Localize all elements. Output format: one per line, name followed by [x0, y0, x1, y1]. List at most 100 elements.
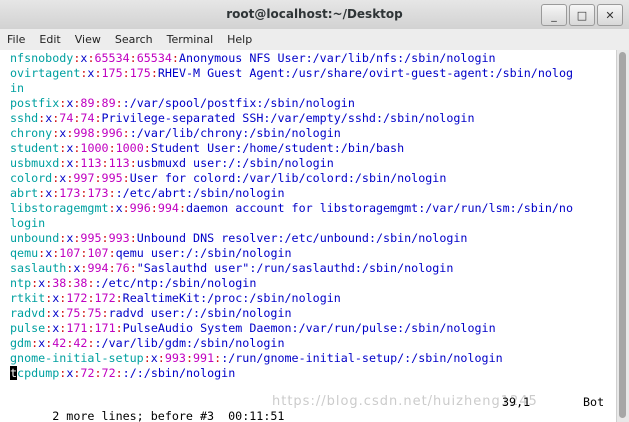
separator: :: [108, 261, 116, 275]
window-controls: _ □ ✕: [541, 4, 623, 26]
passwd-uid: 995: [80, 231, 102, 245]
separator: :: [115, 96, 123, 110]
scrollbar[interactable]: [616, 50, 629, 422]
separator: :: [122, 66, 130, 80]
terminal-line: libstoragemgmt:x:996:994:daemon account …: [10, 201, 610, 216]
separator: :: [115, 366, 123, 380]
separator: :: [150, 201, 158, 215]
passwd-uid: 38: [52, 276, 67, 290]
passwd-username: sshd: [10, 111, 39, 125]
terminal-line: tcpdump:x:72:72::/:/sbin/nologin: [10, 366, 610, 381]
terminal-line: in: [10, 81, 610, 96]
passwd-username: tcpdump: [10, 366, 59, 380]
menu-search[interactable]: Search: [108, 29, 160, 50]
separator: :: [94, 126, 102, 140]
separator: :: [122, 201, 130, 215]
title-bar[interactable]: root@localhost:~/Desktop _ □ ✕: [0, 0, 629, 30]
passwd-ids: 171:171: [66, 321, 115, 335]
separator: :: [143, 351, 151, 365]
passwd-username-rest: cpdump: [17, 366, 60, 380]
separator: :: [101, 231, 109, 245]
separator: :: [94, 66, 102, 80]
passwd-uid: 107: [59, 246, 81, 260]
passwd-info: Unbound DNS resolver:/etc/unbound:/sbin/…: [136, 231, 468, 245]
passwd-username: login: [10, 216, 46, 230]
separator: :: [94, 171, 102, 185]
passwd-ids: 175:175: [102, 66, 151, 80]
passwd-username: nfsnobody: [10, 51, 74, 65]
passwd-gid: 994: [157, 201, 179, 215]
passwd-username: pulse: [10, 321, 46, 335]
passwd-username: in: [10, 81, 25, 95]
passwd-uid: 173: [59, 186, 81, 200]
passwd-username: chrony: [10, 126, 53, 140]
menu-file[interactable]: File: [0, 29, 32, 50]
terminal-line: abrt:x:173:173::/etc/abrt:/sbin/nologin: [10, 186, 610, 201]
passwd-ids: 997:995: [73, 171, 122, 185]
separator: :: [129, 51, 137, 65]
passwd-uid: 996: [129, 201, 151, 215]
separator: :: [87, 276, 95, 290]
passwd-gid: 1000: [115, 141, 144, 155]
menu-help[interactable]: Help: [220, 29, 259, 50]
passwd-gid: 113: [108, 156, 130, 170]
passwd-username: ovirtagent: [10, 66, 81, 80]
terminal-line: qemu:x:107:107:qemu user:/:/sbin/nologin: [10, 246, 610, 261]
separator: :: [87, 336, 95, 350]
passwd-uid: 172: [66, 291, 88, 305]
passwd-info: :/var/lib/gdm:/sbin/nologin: [94, 336, 285, 350]
passwd-ids: 42:42: [52, 336, 87, 350]
terminal-line: usbmuxd:x:113:113:usbmuxd user:/:/sbin/n…: [10, 156, 610, 171]
passwd-uid: 993: [164, 351, 186, 365]
terminal-line: unbound:x:995:993:Unbound DNS resolver:/…: [10, 231, 610, 246]
passwd-info: :/etc/abrt:/sbin/nologin: [115, 186, 285, 200]
menu-terminal[interactable]: Terminal: [160, 29, 221, 50]
separator: :: [108, 186, 116, 200]
menu-view[interactable]: View: [68, 29, 108, 50]
menu-edit[interactable]: Edit: [32, 29, 67, 50]
passwd-gid: 991: [193, 351, 215, 365]
terminal-line: ovirtagent:x:175:175:RHEV-M Guest Agent:…: [10, 66, 610, 81]
separator: :: [150, 66, 158, 80]
passwd-info: RHEV-M Guest Agent:/usr/share/ovirt-gues…: [157, 66, 574, 80]
passwd-uid: 998: [73, 126, 95, 140]
terminal-lines: nfsnobody:x:65534:65534:Anonymous NFS Us…: [10, 51, 610, 381]
passwd-username: gdm: [10, 336, 32, 350]
minimize-button[interactable]: _: [541, 4, 567, 26]
separator: :: [87, 321, 95, 335]
separator: :: [143, 141, 151, 155]
terminal-line: login: [10, 216, 610, 231]
scrollbar-thumb[interactable]: [619, 52, 626, 418]
passwd-username: libstoragemgmt: [10, 201, 109, 215]
terminal-line: colord:x:997:995:User for colord:/var/li…: [10, 171, 610, 186]
passwd-uid: 74: [59, 111, 74, 125]
close-button[interactable]: ✕: [597, 4, 623, 26]
separator: :: [94, 96, 102, 110]
passwd-gid: 996: [101, 126, 123, 140]
passwd-ids: 998:996: [73, 126, 122, 140]
maximize-button[interactable]: □: [569, 4, 595, 26]
passwd-uid: 175: [101, 66, 123, 80]
terminal-line: student:x:1000:1000:Student User:/home/s…: [10, 141, 610, 156]
passwd-info: :/:/sbin/nologin: [122, 366, 236, 380]
text-cursor: t: [10, 366, 18, 380]
passwd-ids: 172:172: [66, 291, 115, 305]
separator: :: [122, 171, 130, 185]
terminal-window: root@localhost:~/Desktop _ □ ✕ File Edit…: [0, 0, 629, 422]
passwd-uid: 171: [66, 321, 88, 335]
passwd-username: student: [10, 141, 60, 155]
separator: :: [115, 291, 123, 305]
passwd-gid: 65534: [136, 51, 172, 65]
separator: :: [94, 111, 102, 125]
passwd-ids: 996:994: [130, 201, 179, 215]
terminal-line: gdm:x:42:42::/var/lib/gdm:/sbin/nologin: [10, 336, 610, 351]
passwd-username: colord: [10, 171, 53, 185]
passwd-username: gnome-initial-setup: [10, 351, 144, 365]
window-title: root@localhost:~/Desktop: [226, 7, 403, 21]
passwd-info: RealtimeKit:/proc:/sbin/nologin: [122, 291, 341, 305]
passwd-ids: 107:107: [59, 246, 108, 260]
passwd-uid: 89: [80, 96, 95, 110]
terminal-content[interactable]: nfsnobody:x:65534:65534:Anonymous NFS Us…: [0, 50, 617, 422]
separator: :: [87, 291, 95, 305]
passwd-ids: 994:76: [87, 261, 129, 275]
